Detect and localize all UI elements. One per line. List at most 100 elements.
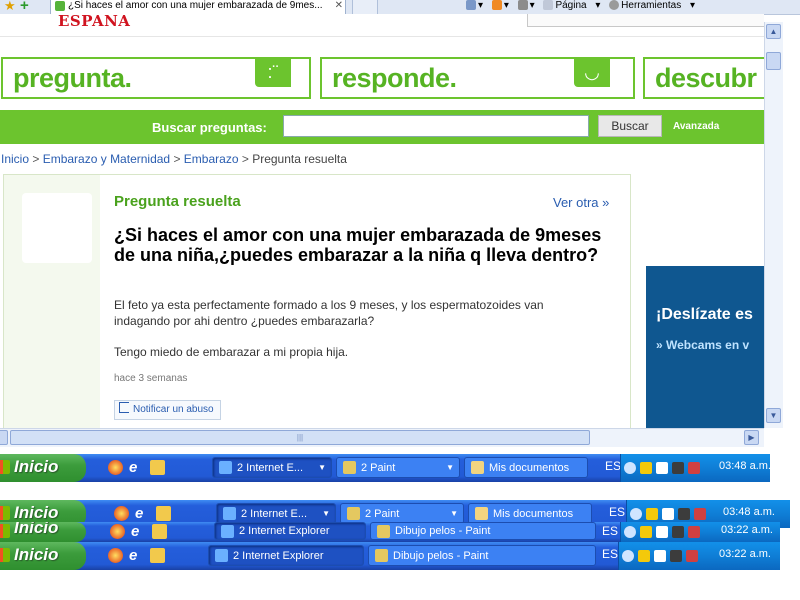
feeds-button[interactable]: ▾	[491, 0, 509, 11]
search-input[interactable]	[283, 115, 589, 137]
network-icon[interactable]	[662, 508, 674, 520]
internet-explorer-icon[interactable]: e	[135, 506, 150, 521]
vertical-scroll-thumb[interactable]	[766, 52, 781, 70]
breadcrumb-link-embarazo-maternidad[interactable]: Embarazo y Maternidad	[43, 152, 170, 166]
search-button[interactable]: Buscar	[598, 115, 662, 137]
start-button[interactable]: Inicio	[0, 542, 86, 570]
clock-app-icon[interactable]	[150, 548, 165, 563]
shield-icon[interactable]	[638, 550, 650, 562]
task-paint[interactable]: Dibujo pelos - Paint	[370, 522, 596, 540]
horizontal-scroll-thumb[interactable]: |||	[10, 430, 590, 445]
firefox-icon[interactable]	[110, 524, 125, 539]
vertical-scrollbar[interactable]: ▲ ▼	[764, 22, 783, 428]
system-tray: 03:48 a.m.	[620, 454, 770, 482]
question-card: Pregunta resuelta Ver otra » ¿Si haces e…	[3, 174, 631, 428]
antivirus-icon[interactable]	[670, 550, 682, 562]
clock[interactable]: 03:48 a.m.	[719, 460, 770, 472]
tagline-responde[interactable]: responde. ◡	[320, 57, 635, 99]
firefox-icon[interactable]	[108, 460, 123, 475]
ad-banner[interactable]: ¡Deslízate es » Webcams en v	[646, 266, 764, 428]
ad-link: » Webcams en v	[656, 338, 750, 352]
report-abuse-label: Notificar un abuso	[133, 404, 214, 415]
tagline-descubre[interactable]: descubr	[643, 57, 764, 99]
messenger-icon[interactable]	[688, 462, 700, 474]
scroll-right-icon[interactable]: ▶	[744, 430, 759, 445]
advanced-search-link[interactable]: Avanzada	[673, 121, 719, 132]
folder-icon	[475, 507, 488, 520]
task-internet-explorer[interactable]: 2 Internet E... ▼	[212, 457, 332, 478]
scroll-down-icon[interactable]: ▼	[766, 408, 781, 423]
internet-explorer-icon[interactable]: e	[129, 548, 144, 563]
tools-menu[interactable]: Herramientas ▾	[609, 0, 695, 11]
print-button[interactable]: ▾	[517, 0, 535, 11]
language-indicator[interactable]: ES	[602, 524, 618, 538]
favorites-star-icon[interactable]: ★	[4, 0, 16, 14]
avatar[interactable]	[22, 193, 92, 263]
task-paint[interactable]: 2 Paint ▼	[340, 503, 464, 524]
taskbar: Inicio e 2 Internet Explorer Dibujo pelo…	[0, 522, 780, 542]
antivirus-icon[interactable]	[672, 526, 684, 538]
shield-icon[interactable]	[640, 526, 652, 538]
antivirus-icon[interactable]	[672, 462, 684, 474]
network-icon[interactable]	[656, 462, 668, 474]
network-icon[interactable]	[656, 526, 668, 538]
scroll-up-icon[interactable]: ▲	[766, 24, 781, 39]
site-logo[interactable]: ESPAÑA	[58, 14, 130, 32]
clock[interactable]: 03:22 a.m.	[719, 548, 771, 560]
task-paint[interactable]: 2 Paint ▼	[336, 457, 460, 478]
report-abuse-button[interactable]: Notificar un abuso	[114, 400, 221, 420]
internet-explorer-icon[interactable]: e	[129, 460, 144, 475]
close-tab-icon[interactable]: ✕	[335, 0, 343, 12]
internet-explorer-icon[interactable]: e	[131, 524, 146, 539]
page-icon	[543, 0, 554, 10]
breadcrumb-link-inicio[interactable]: Inicio	[1, 152, 29, 166]
chevron-left-icon[interactable]	[630, 508, 642, 520]
task-paint[interactable]: Dibujo pelos - Paint	[368, 545, 596, 566]
home-button[interactable]: ▾	[466, 0, 483, 11]
chevron-left-icon[interactable]	[624, 526, 636, 538]
clock-app-icon[interactable]	[150, 460, 165, 475]
new-tab-button[interactable]	[352, 0, 378, 14]
shield-icon[interactable]	[640, 462, 652, 474]
language-indicator[interactable]: ES	[609, 505, 625, 519]
chevron-down-icon: ▼	[318, 463, 326, 472]
task-label: 2 Paint	[365, 508, 400, 520]
task-my-documents[interactable]: Mis documentos	[468, 503, 592, 524]
task-internet-explorer[interactable]: 2 Internet E... ▼	[216, 503, 336, 524]
scroll-left-icon[interactable]	[0, 430, 8, 445]
messenger-icon[interactable]	[694, 508, 706, 520]
chevron-left-icon[interactable]	[624, 462, 636, 474]
start-button[interactable]: Inicio	[0, 522, 86, 542]
chevron-left-icon[interactable]	[622, 550, 634, 562]
browser-tab-active[interactable]: ¿Si haces el amor con una mujer embaraza…	[50, 0, 346, 14]
horizontal-scrollbar[interactable]: ||| ▶	[0, 428, 764, 447]
clock[interactable]: 03:48 a.m.	[723, 506, 775, 518]
task-internet-explorer[interactable]: 2 Internet Explorer	[214, 522, 366, 540]
add-favorite-icon[interactable]: +	[20, 0, 29, 14]
language-indicator[interactable]: ES	[605, 459, 621, 473]
flag-icon	[119, 402, 129, 413]
clock-app-icon[interactable]	[152, 524, 167, 539]
see-other-link[interactable]: Ver otra »	[553, 195, 609, 210]
rss-icon	[491, 0, 502, 10]
antivirus-icon[interactable]	[678, 508, 690, 520]
shield-icon[interactable]	[646, 508, 658, 520]
clock[interactable]: 03:22 a.m.	[721, 524, 773, 536]
messenger-icon[interactable]	[688, 526, 700, 538]
firefox-icon[interactable]	[114, 506, 129, 521]
task-my-documents[interactable]: Mis documentos	[464, 457, 588, 478]
search-label: Buscar preguntas:	[152, 120, 267, 135]
messenger-icon[interactable]	[686, 550, 698, 562]
network-icon[interactable]	[654, 550, 666, 562]
task-internet-explorer[interactable]: 2 Internet Explorer	[208, 545, 364, 566]
quick-launch: e	[108, 460, 171, 476]
firefox-icon[interactable]	[108, 548, 123, 563]
tagline-pregunta[interactable]: pregunta. :¨	[1, 57, 311, 99]
page-menu[interactable]: Página ▾	[543, 0, 600, 11]
favorites-area: ★ +	[0, 0, 44, 14]
page-favicon-icon	[55, 1, 65, 11]
breadcrumb-link-embarazo[interactable]: Embarazo	[184, 152, 239, 166]
start-button[interactable]: Inicio	[0, 454, 86, 482]
language-indicator[interactable]: ES	[602, 547, 618, 561]
clock-app-icon[interactable]	[156, 506, 171, 521]
